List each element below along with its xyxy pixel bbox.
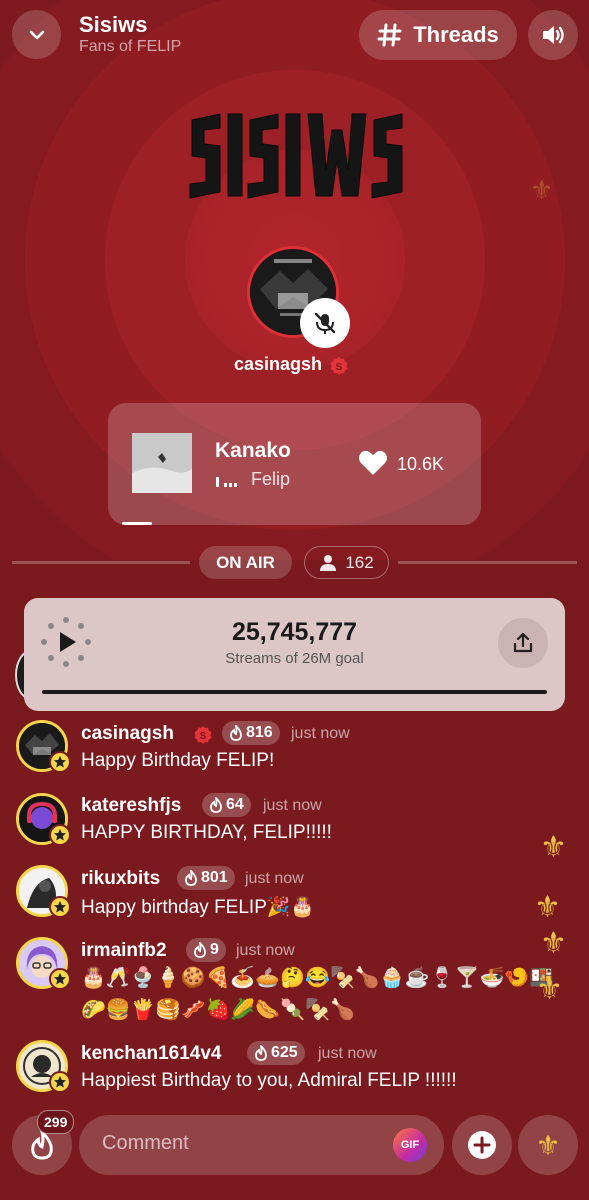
fire-count-pill: 64 <box>202 793 251 817</box>
fleur-de-lis-icon: ⚜ <box>535 1129 561 1161</box>
song-progress-bar <box>122 522 152 525</box>
message-time: just now <box>245 870 304 887</box>
song-title: Kanako <box>215 439 291 462</box>
song-artist: Felip <box>251 469 291 489</box>
star-badge-icon <box>49 1071 71 1093</box>
message-time: just now <box>236 942 295 959</box>
room-title: Sisiws <box>79 12 148 37</box>
message-text: HAPPY BIRTHDAY, FELIP!!!!! <box>81 822 332 843</box>
hashtag-icon <box>377 23 402 47</box>
sisiws-logo-image <box>189 113 403 199</box>
gif-button[interactable]: GIF <box>393 1128 427 1162</box>
room-subtitle: Fans of FELIP <box>79 38 182 55</box>
fire-icon <box>185 870 197 886</box>
fire-count-pill: 625 <box>247 1041 305 1065</box>
host-badge-icon: S <box>193 725 213 745</box>
heart-icon[interactable] <box>358 449 388 477</box>
fire-count-pill: 9 <box>186 938 226 962</box>
message-time: just now <box>291 725 350 742</box>
fire-icon <box>194 942 206 958</box>
message-username[interactable]: casinagsh <box>81 723 174 745</box>
mic-off-icon <box>314 312 336 334</box>
mic-muted-indicator <box>300 298 350 348</box>
speaker-button[interactable] <box>528 10 578 60</box>
comment-input[interactable]: Comment GIF <box>79 1115 444 1175</box>
star-badge-icon <box>49 968 71 990</box>
share-icon <box>513 632 533 653</box>
message-text: Happy birthday FELIP🎉🎂 <box>81 897 315 918</box>
add-button[interactable] <box>452 1115 512 1175</box>
speaker-icon <box>543 26 564 44</box>
message-text: Happy Birthday FELIP! <box>81 750 275 771</box>
star-badge-icon <box>49 751 71 773</box>
room-logo <box>180 100 410 210</box>
share-button[interactable] <box>498 618 548 668</box>
fire-icon <box>210 797 222 813</box>
fleur-de-lis-icon: ⚜ <box>534 891 561 924</box>
svg-text:S: S <box>336 362 343 373</box>
plus-circle-icon <box>468 1131 496 1159</box>
fleur-de-lis-reaction-button[interactable]: ⚜ <box>518 1115 578 1175</box>
on-air-badge: ON AIR <box>199 546 292 579</box>
viewer-count-button[interactable]: 162 <box>304 546 389 579</box>
fire-count-pill: 816 <box>222 721 280 745</box>
fire-count-pill: 801 <box>177 866 235 890</box>
message-username[interactable]: katereshfjs <box>81 795 181 817</box>
message-time: just now <box>263 797 322 814</box>
fleur-de-lis-icon: ⚜ <box>530 175 554 205</box>
now-playing-card[interactable]: Kanako Felip 10.6K <box>108 403 481 525</box>
album-art <box>132 433 192 493</box>
fire-icon <box>255 1045 267 1061</box>
goal-label: Streams of 26M goal <box>225 650 364 667</box>
song-like-count: 10.6K <box>397 454 445 474</box>
star-badge-icon <box>49 896 71 918</box>
message-username[interactable]: rikuxbits <box>81 868 160 890</box>
message-username[interactable]: kenchan1614v4 <box>81 1043 222 1065</box>
host-badge-icon: S <box>329 356 349 376</box>
goal-progress-bar <box>42 690 547 694</box>
playing-equalizer-icon <box>216 477 237 487</box>
fire-count-badge: 299 <box>37 1110 75 1134</box>
person-icon <box>320 554 337 571</box>
goal-stream-count: 25,745,777 <box>231 618 358 646</box>
stream-goal-card: 25,745,777 Streams of 26M goal <box>24 598 565 711</box>
message-text: Happiest Birthday to you, Admiral FELIP … <box>81 1070 457 1091</box>
chevron-down-icon <box>29 30 44 39</box>
message-time: just now <box>318 1045 377 1062</box>
fleur-de-lis-icon: ⚜ <box>536 973 563 1006</box>
fleur-de-lis-icon: ⚜ <box>540 927 567 960</box>
collapse-button[interactable] <box>12 10 61 59</box>
threads-label: Threads <box>413 22 499 47</box>
svg-text:S: S <box>200 731 207 742</box>
message-text-line2: 🌮🍔🍟🥞🥓🍓🌽🌭🍡🍢🍗 <box>81 999 355 1021</box>
divider-left <box>12 561 190 564</box>
message-username[interactable]: irmainfb2 <box>81 940 167 962</box>
divider-right <box>398 561 577 564</box>
host-username[interactable]: casinagsh <box>234 354 322 375</box>
comment-placeholder: Comment <box>102 1132 189 1154</box>
fleur-de-lis-icon: ⚜ <box>540 831 567 864</box>
viewer-count: 162 <box>345 552 374 572</box>
threads-button[interactable]: Threads <box>359 10 517 60</box>
message-text: 🎂🥂🍨🍦🍪🍕🍝🥧🤔😂🍢🍗🧁☕🍷🍸🍜🍤🍱 <box>81 967 555 989</box>
star-badge-icon <box>49 824 71 846</box>
fire-icon <box>31 1130 53 1160</box>
fire-icon <box>230 725 242 741</box>
